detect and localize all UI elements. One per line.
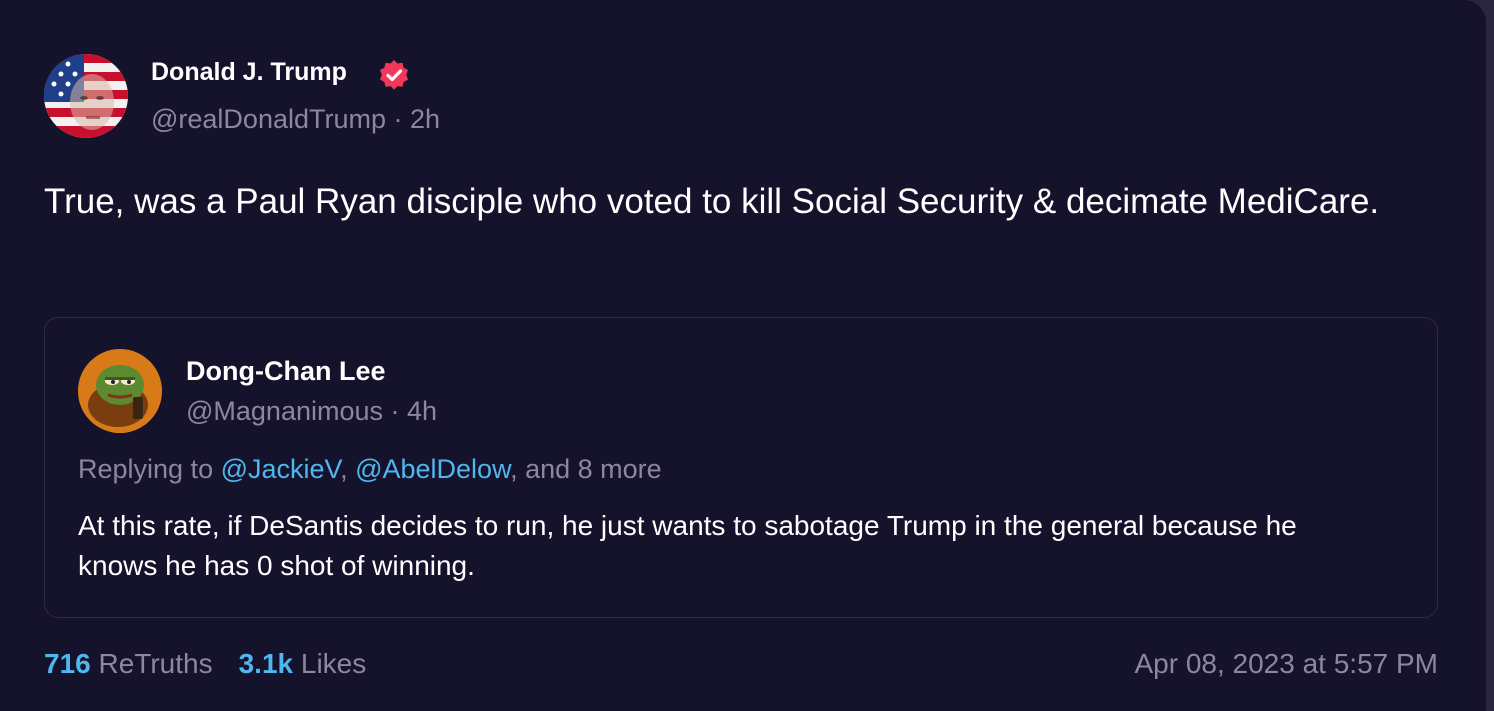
replying-suffix[interactable]: , and 8 more xyxy=(510,454,662,484)
mention-separator: , xyxy=(340,454,356,484)
post-stats: 716 ReTruths 3.1k Likes xyxy=(44,648,366,680)
retruths-stat[interactable]: 716 ReTruths xyxy=(44,648,213,679)
quote-handle-separator: · xyxy=(383,396,408,426)
quote-avatar[interactable] xyxy=(78,349,162,433)
likes-count: 3.1k xyxy=(238,648,294,679)
post-timestamp[interactable]: Apr 08, 2023 at 5:57 PM xyxy=(1134,648,1438,680)
post-text: True, was a Paul Ryan disciple who voted… xyxy=(44,182,1380,221)
quoted-post[interactable]: Dong-Chan Lee @Magnanimous · 4h Replying… xyxy=(44,317,1438,618)
replying-to-line: Replying to @JackieV, @AbelDelow, and 8 … xyxy=(78,454,662,485)
quote-avatar-image xyxy=(78,349,162,433)
author-handle[interactable]: @realDonaldTrump xyxy=(151,104,386,134)
retruths-count: 716 xyxy=(44,648,91,679)
post-card: Donald J. Trump @realDonaldTrump · 2h Tr… xyxy=(0,0,1486,711)
post-time[interactable]: 2h xyxy=(410,104,440,134)
quote-time[interactable]: 4h xyxy=(407,396,437,426)
quote-author-name[interactable]: Dong-Chan Lee xyxy=(186,356,386,387)
likes-stat[interactable]: 3.1k Likes xyxy=(239,648,367,679)
quote-handle-line: @Magnanimous · 4h xyxy=(186,396,437,427)
author-name[interactable]: Donald J. Trump xyxy=(151,58,347,87)
quote-text: At this rate, if DeSantis decides to run… xyxy=(78,510,1297,581)
avatar[interactable] xyxy=(44,54,128,138)
handle-separator: · xyxy=(386,104,410,134)
quote-author-handle[interactable]: @Magnanimous xyxy=(186,396,383,426)
mention-link-abeldelow[interactable]: @AbelDelow xyxy=(355,454,510,484)
likes-label: Likes xyxy=(293,648,367,679)
mention-link-jackiev[interactable]: @JackieV xyxy=(221,454,340,484)
author-handle-line: @realDonaldTrump · 2h xyxy=(151,104,440,135)
verified-badge-icon xyxy=(378,59,410,91)
retruths-label: ReTruths xyxy=(90,648,213,679)
replying-prefix: Replying to xyxy=(78,454,221,484)
avatar-image xyxy=(44,54,128,138)
